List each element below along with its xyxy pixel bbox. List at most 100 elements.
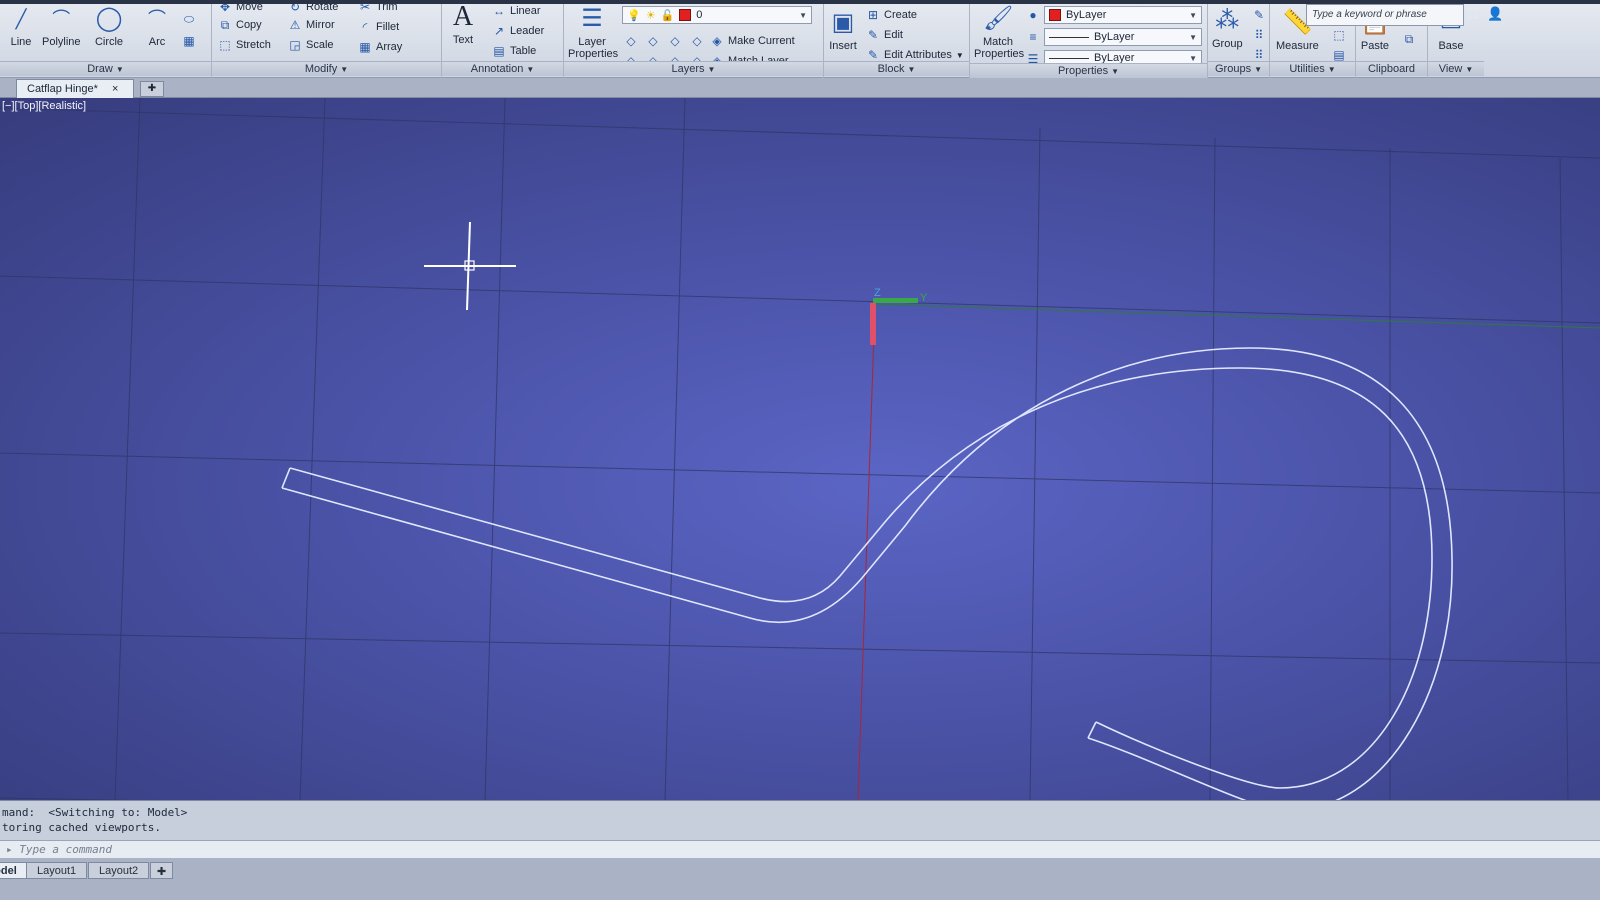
- insert-tool[interactable]: ▣ Insert: [828, 8, 858, 52]
- table-tool[interactable]: ▤ Table: [492, 44, 536, 58]
- utilities-panel-title[interactable]: Utilities ▼: [1270, 61, 1355, 76]
- add-layout-button[interactable]: ✚: [150, 862, 174, 879]
- new-tab-button[interactable]: ✚: [140, 81, 164, 97]
- paste-label: Paste: [1360, 40, 1390, 52]
- circle-icon: ◯: [95, 5, 123, 32]
- match-properties-label: Match Properties: [974, 36, 1025, 60]
- tab-catflap-hinge[interactable]: Catflap Hinge* ×: [16, 79, 134, 98]
- utilities-panel-caret-icon: ▼: [1327, 65, 1336, 74]
- tab-model[interactable]: Model: [0, 862, 28, 879]
- scale-label: Scale: [306, 39, 334, 51]
- group-edit-icon[interactable]: ⠿: [1252, 28, 1266, 42]
- stretch-label: Stretch: [236, 39, 271, 51]
- layer-dropdown[interactable]: 💡 ☀ 🔓 0 ▼: [622, 6, 812, 24]
- match-properties-tool[interactable]: 🖌 Match Properties: [974, 4, 1025, 60]
- drawing-viewport[interactable]: Y Z [−][Top][Realistic]: [0, 98, 1600, 800]
- command-history: mand: <Switching to: Model> toring cache…: [0, 800, 1600, 840]
- layers-panel-title[interactable]: Layers ▼: [564, 61, 823, 76]
- text-label: Text: [452, 34, 474, 46]
- hatch-icon[interactable]: ▦: [182, 34, 196, 48]
- edit-block-tool[interactable]: ✎ Edit: [866, 28, 903, 42]
- copy-clip-icon[interactable]: ⧉: [1402, 32, 1416, 46]
- modify-panel-title[interactable]: Modify ▼: [212, 61, 441, 76]
- properties-panel-caret-icon: ▼: [1111, 67, 1120, 76]
- hinge-geometry[interactable]: [281, 347, 1453, 800]
- lightbulb-icon: 💡: [627, 9, 641, 22]
- edit-attributes-tool[interactable]: ✎ Edit Attributes ▼: [866, 48, 964, 62]
- drawing-canvas[interactable]: Y Z: [0, 98, 1600, 800]
- user-icon[interactable]: 👤: [1487, 6, 1503, 21]
- layer-freeze-icon[interactable]: ◇: [668, 34, 682, 48]
- array-tool[interactable]: ▦ Array: [358, 40, 402, 54]
- clipboard-panel-title[interactable]: Clipboard: [1356, 61, 1427, 76]
- leader-tool[interactable]: ↗ Leader: [492, 24, 544, 38]
- properties-panel-title[interactable]: Properties ▼: [970, 63, 1207, 78]
- ellipse-icon[interactable]: ⬭: [182, 12, 196, 26]
- polyline-tool[interactable]: ⌒ Polyline: [42, 4, 81, 48]
- array-label: Array: [376, 41, 403, 53]
- binoculars-icon[interactable]: ⛶: [1468, 6, 1477, 21]
- leader-icon: ↗: [493, 24, 505, 38]
- block-title-text: Block: [877, 63, 905, 75]
- edit-block-icon: ✎: [867, 28, 879, 42]
- viewport-controls-label[interactable]: [−][Top][Realistic]: [2, 100, 86, 112]
- layer-properties-tool[interactable]: ☰ Layer Properties: [568, 4, 618, 60]
- edit-attributes-caret-icon: ▼: [955, 50, 964, 60]
- layers-panel: ☰ Layer Properties 💡 ☀ 🔓 0 ▼ ◈ Make Curren…: [564, 0, 824, 78]
- layout-tab-bar: Model Layout1 Layout2 ✚: [0, 858, 1600, 900]
- command-input[interactable]: ▸ Type a command: [0, 840, 1600, 858]
- mirror-tool[interactable]: ⚠ Mirror: [288, 18, 335, 32]
- make-current-icon: ◈: [712, 34, 722, 48]
- hinge-right-end-cap[interactable]: [1087, 721, 1097, 739]
- view-panel-caret-icon: ▼: [1465, 65, 1474, 74]
- linear-dimension-tool[interactable]: ↔ Linear: [492, 4, 541, 18]
- view-panel-title[interactable]: View ▼: [1428, 61, 1484, 76]
- tab-layout2[interactable]: Layout2: [88, 862, 150, 879]
- hinge-outer-edge[interactable]: [281, 347, 1453, 800]
- crosshair-cursor: [424, 221, 516, 311]
- current-layer-name: 0: [696, 9, 703, 21]
- edit-attributes-icon: ✎: [867, 48, 879, 62]
- linetype-icon: ≡: [1029, 30, 1037, 44]
- group-tool[interactable]: ⁂ Group: [1212, 6, 1243, 50]
- color-value: ByLayer: [1066, 9, 1107, 21]
- make-current-tool[interactable]: ◈ Make Current: [710, 34, 794, 48]
- arc-tool[interactable]: ⌒ Arc: [142, 4, 172, 48]
- hinge-left-end-cap[interactable]: [281, 467, 291, 489]
- layer-isolate-icon[interactable]: ◇: [646, 34, 660, 48]
- select-all-icon[interactable]: ⬚: [1332, 28, 1346, 42]
- color-wheel-icon: ●: [1029, 8, 1037, 22]
- layer-lock-icon[interactable]: ◇: [690, 34, 704, 48]
- groups-panel-title[interactable]: Groups ▼: [1208, 61, 1269, 76]
- text-tool[interactable]: A Text: [448, 2, 478, 47]
- line-tool[interactable]: ╱ Line: [6, 4, 36, 48]
- block-panel-title[interactable]: Block ▼: [824, 61, 969, 76]
- calculator-icon[interactable]: ▤: [1332, 48, 1346, 62]
- ungroup-icon[interactable]: ✎: [1252, 8, 1266, 22]
- create-block-tool[interactable]: ⊞ Create: [866, 8, 917, 22]
- fillet-tool[interactable]: ◜ Fillet: [358, 20, 400, 34]
- modify-panel-caret-icon: ▼: [340, 65, 349, 74]
- mirror-icon: ⚠: [289, 18, 301, 32]
- scale-icon: ◲: [289, 38, 301, 52]
- command-input-placeholder: Type a command: [19, 843, 112, 856]
- group-selection-icon[interactable]: ⠿: [1252, 48, 1266, 62]
- stretch-tool[interactable]: ⬚ Stretch: [218, 38, 271, 52]
- draw-panel-title[interactable]: Draw ▼: [0, 61, 211, 76]
- annotation-panel-caret-icon: ▼: [526, 65, 535, 74]
- fillet-label: Fillet: [376, 21, 400, 33]
- circle-tool[interactable]: ◯ Circle: [94, 4, 124, 48]
- copy-tool[interactable]: ⧉ Copy: [218, 18, 262, 32]
- search-input[interactable]: Type a keyword or phrase: [1306, 4, 1464, 26]
- close-icon[interactable]: ×: [112, 83, 118, 95]
- linetype-dropdown[interactable]: ByLayer ▼: [1044, 28, 1202, 46]
- color-dropdown[interactable]: ByLayer ▼: [1044, 6, 1202, 24]
- layer-off-icon[interactable]: ◇: [624, 34, 638, 48]
- scale-tool[interactable]: ◲ Scale: [288, 38, 334, 52]
- table-icon: ▤: [493, 44, 505, 58]
- tab-layout1[interactable]: Layout1: [26, 862, 88, 879]
- measure-label: Measure: [1276, 40, 1319, 52]
- utilities-title-text: Utilities: [1289, 63, 1325, 75]
- linear-dimension-icon: ↔: [493, 4, 505, 18]
- annotation-panel-title[interactable]: Annotation ▼: [442, 61, 563, 76]
